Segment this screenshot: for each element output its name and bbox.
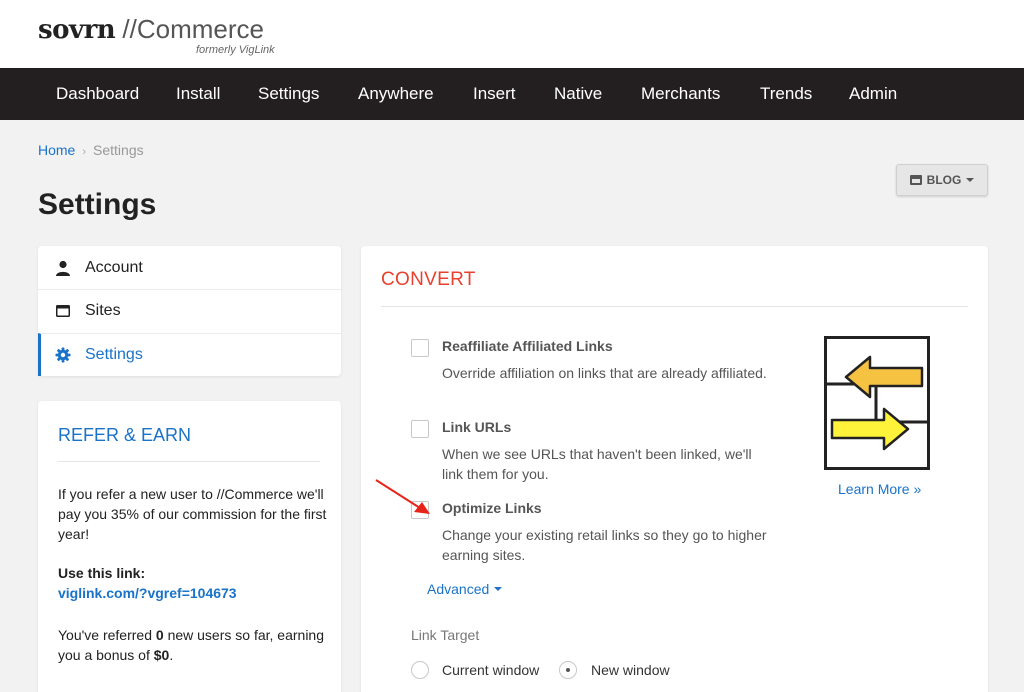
breadcrumb-home[interactable]: Home [38,142,75,158]
site-select-label: BLOG [926,173,962,187]
reaffiliate-checkbox[interactable] [411,339,429,357]
current-window-radio[interactable] [411,661,429,679]
logo[interactable]: sovrn //Commerce [38,14,264,45]
top-header: sovrn //Commerce formerly VigLink [0,0,1024,68]
nav-trends[interactable]: Trends [760,68,812,120]
new-window-radio[interactable] [559,661,577,679]
sidebar-item-label: Settings [85,346,143,363]
nav-merchants[interactable]: Merchants [641,68,720,120]
logo-suffix: //Commerce [115,14,265,44]
window-icon [909,175,922,185]
refer-text: If you refer a new user to //Commerce we… [58,486,327,542]
main-nav: Dashboard Install Settings Anywhere Inse… [0,68,1024,120]
referral-count: 0 [155,627,164,643]
nav-insert[interactable]: Insert [473,68,516,120]
caret-down-icon [966,178,975,182]
site-select-button[interactable]: BLOG [896,164,988,196]
user-icon [56,260,70,276]
link-urls-checkbox[interactable] [411,420,429,438]
link-target-label: Link Target [411,627,480,643]
refer-link[interactable]: viglink.com/?vgref=104673 [58,585,237,601]
nav-dashboard[interactable]: Dashboard [56,68,139,120]
logo-subtitle: formerly VigLink [196,44,275,56]
logo-brand: sovrn [38,15,116,45]
nav-install[interactable]: Install [176,68,220,120]
advanced-label: Advanced [427,581,490,597]
learn-more-link[interactable]: Learn More » [838,481,921,497]
sidebar-item-settings[interactable]: Settings [38,333,341,376]
referral-bonus: $0 [153,647,170,663]
option-label: Reaffiliate Affiliated Links [442,338,613,354]
window-icon [56,305,70,317]
option-label: Link URLs [442,419,512,435]
option-label: Optimize Links [442,500,542,516]
divider [381,306,968,307]
option-description: Override affiliation on links that are a… [442,365,767,381]
breadcrumb: Home › Settings [38,142,144,158]
link-swap-illustration [824,336,930,470]
nav-native[interactable]: Native [554,68,602,120]
gear-icon [55,347,71,363]
option-description: Change your existing retail links so the… [442,527,767,563]
current-window-label: Current window [442,662,540,678]
caret-down-icon [494,587,503,591]
annotation-arrow-icon [375,479,430,514]
refer-link-label: Use this link: [58,565,146,581]
advanced-toggle[interactable]: Advanced [427,581,503,597]
nav-settings[interactable]: Settings [258,68,319,120]
new-window-label: New window [591,662,670,678]
page-title: Settings [38,188,157,221]
nav-admin[interactable]: Admin [849,68,897,120]
option-description: When we see URLs that haven't been linke… [442,446,752,482]
breadcrumb-current: Settings [93,142,144,158]
divider [58,461,320,462]
refer-earn-panel: REFER & EARN If you refer a new user to … [38,401,341,692]
breadcrumb-separator: › [82,146,87,158]
refer-stat-prefix: You've referred [58,627,156,643]
sidebar-item-account[interactable]: Account [38,246,341,289]
refer-title: REFER & EARN [58,425,192,445]
refer-stats: You've referred 0 new users so far, earn… [58,625,328,665]
sidebar-item-label: Account [85,258,143,276]
sidebar-item-sites[interactable]: Sites [38,289,341,332]
sidebar-item-label: Sites [85,302,121,319]
convert-panel: CONVERT Reaffiliate Affiliated Links Ove… [361,246,988,692]
sidebar-menu: Account Sites Settings [38,246,341,376]
refer-stat-suffix: . [169,647,174,663]
convert-title: CONVERT [381,269,476,290]
nav-anywhere[interactable]: Anywhere [358,68,434,120]
